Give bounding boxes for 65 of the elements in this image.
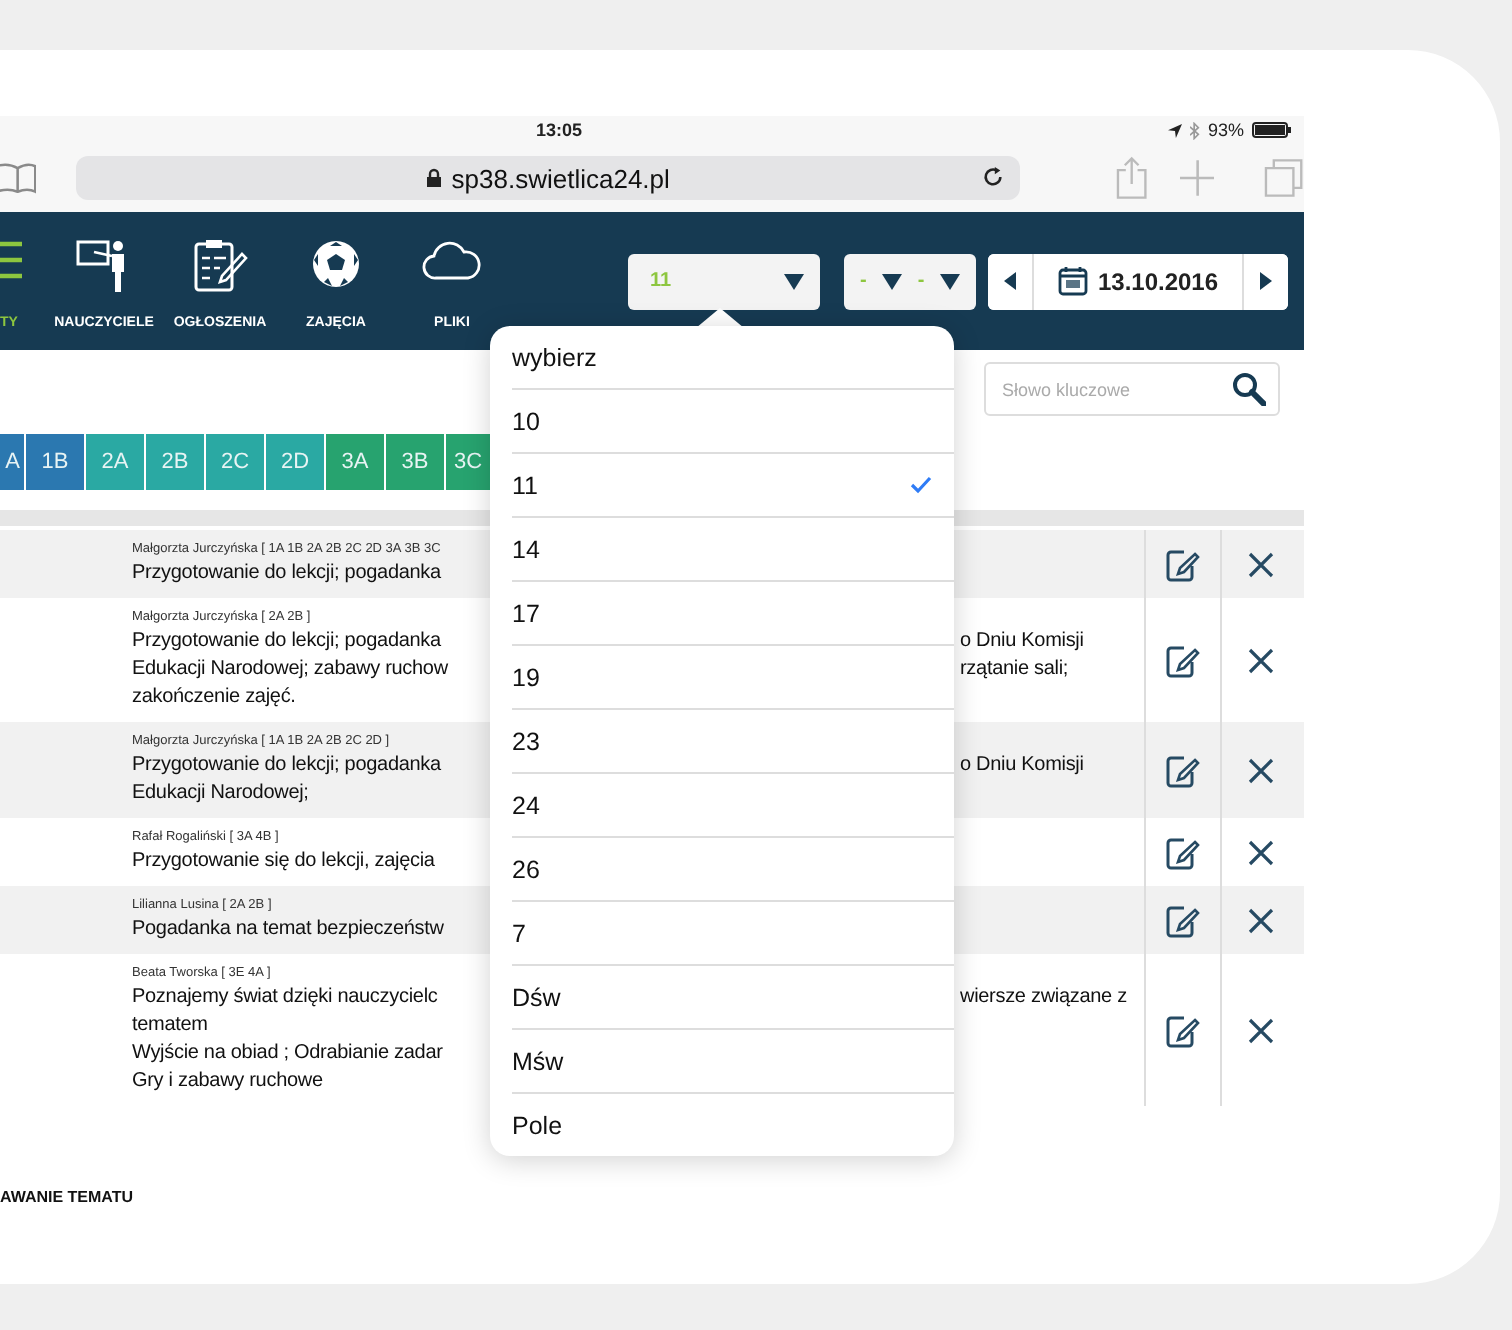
entry-text: Przygotowanie do lekcji; pogadanka: [132, 560, 443, 588]
dropdown-option[interactable]: 24: [512, 774, 954, 838]
delete-icon[interactable]: [1248, 907, 1274, 933]
delete-icon[interactable]: [1248, 551, 1274, 577]
dropdown-option[interactable]: 23: [512, 710, 954, 774]
dropdown-option[interactable]: Mśw: [512, 1030, 954, 1094]
dropdown-option[interactable]: 14: [512, 518, 954, 582]
edit-icon[interactable]: [1166, 835, 1200, 869]
status-time: 13:05: [536, 120, 583, 140]
bookmarks-icon[interactable]: [0, 162, 36, 194]
delete-icon[interactable]: [1248, 839, 1274, 865]
left-caret-icon: [1004, 272, 1016, 290]
reload-icon[interactable]: [982, 166, 1005, 188]
lock-icon: [425, 168, 442, 188]
battery-percent: 93%: [1207, 120, 1244, 140]
entry-text: Przygotowanie do lekcji; pogadanka: [132, 752, 443, 780]
caret-icon: [882, 273, 903, 289]
edit-icon[interactable]: [1166, 753, 1200, 787]
clipboard-icon: [192, 237, 248, 293]
entry-text: tematem: [132, 1012, 210, 1040]
edit-icon[interactable]: [1166, 903, 1200, 937]
entry-text: zakończenie zajęć.: [132, 684, 298, 712]
delete-icon[interactable]: [1248, 757, 1274, 783]
entry-text: Poznajemy świat dzięki nauczycielc: [132, 984, 440, 1012]
dropdown-option[interactable]: 19: [512, 646, 954, 710]
dropdown-option[interactable]: Dśw: [512, 966, 954, 1030]
edit-icon[interactable]: [1166, 1013, 1200, 1047]
calendar-icon: [1057, 266, 1088, 296]
right-caret-icon: [1260, 272, 1272, 290]
dropdown-option[interactable]: 26: [512, 838, 954, 902]
entry-text: wiersze związane z: [960, 984, 1127, 1012]
delete-icon[interactable]: [1248, 647, 1274, 673]
entry-text: Przygotowanie się do lekcji, zajęcia: [132, 848, 437, 876]
battery-icon: [1252, 122, 1292, 138]
dropdown-option[interactable]: Pole: [512, 1094, 954, 1156]
entry-text: Pogadanka na temat bezpieczeństw: [132, 916, 446, 944]
location-icon: [1167, 123, 1182, 137]
bluetooth-icon: [1189, 121, 1200, 139]
dropdown-option[interactable]: 10: [512, 390, 954, 454]
menu-icon: [0, 237, 24, 281]
entry-text: Przygotowanie do lekcji; pogadanka: [132, 628, 443, 656]
entry-text: Wyjście na obiad ; Odrabianie zadar: [132, 1040, 445, 1068]
section-heading: AWANIE TEMATU: [0, 1188, 134, 1206]
entry-text: o Dniu Komisji: [960, 628, 1084, 656]
class-tab[interactable]: A: [0, 434, 24, 490]
entry-text: Edukacji Narodowej;: [132, 780, 311, 808]
caret-icon: [939, 273, 960, 289]
ball-icon: [310, 237, 362, 289]
dropdown-option[interactable]: 11: [512, 454, 954, 518]
edit-icon[interactable]: [1166, 547, 1200, 581]
dropdown-option[interactable]: 7: [512, 902, 954, 966]
entry-text: rzątanie sali;: [960, 656, 1069, 684]
edit-icon[interactable]: [1166, 643, 1200, 677]
entry-text: o Dniu Komisji: [960, 752, 1084, 780]
cloud-icon: [422, 237, 482, 281]
caret-icon: [784, 273, 804, 289]
entry-text: Gry i zabawy ruchowe: [132, 1068, 325, 1096]
dropdown-option[interactable]: 17: [512, 582, 954, 646]
address-bar[interactable]: sp38.swietlica24.pl: [75, 156, 1021, 200]
class-tab[interactable]: 1B: [26, 434, 84, 490]
search-icon[interactable]: [1232, 372, 1266, 406]
delete-icon[interactable]: [1248, 1017, 1274, 1043]
dropdown-option[interactable]: wybierz: [512, 326, 954, 390]
entry-text: Edukacji Narodowej; zabawy ruchow: [132, 656, 450, 684]
search-field[interactable]: Słowo kluczowe: [984, 362, 1280, 416]
